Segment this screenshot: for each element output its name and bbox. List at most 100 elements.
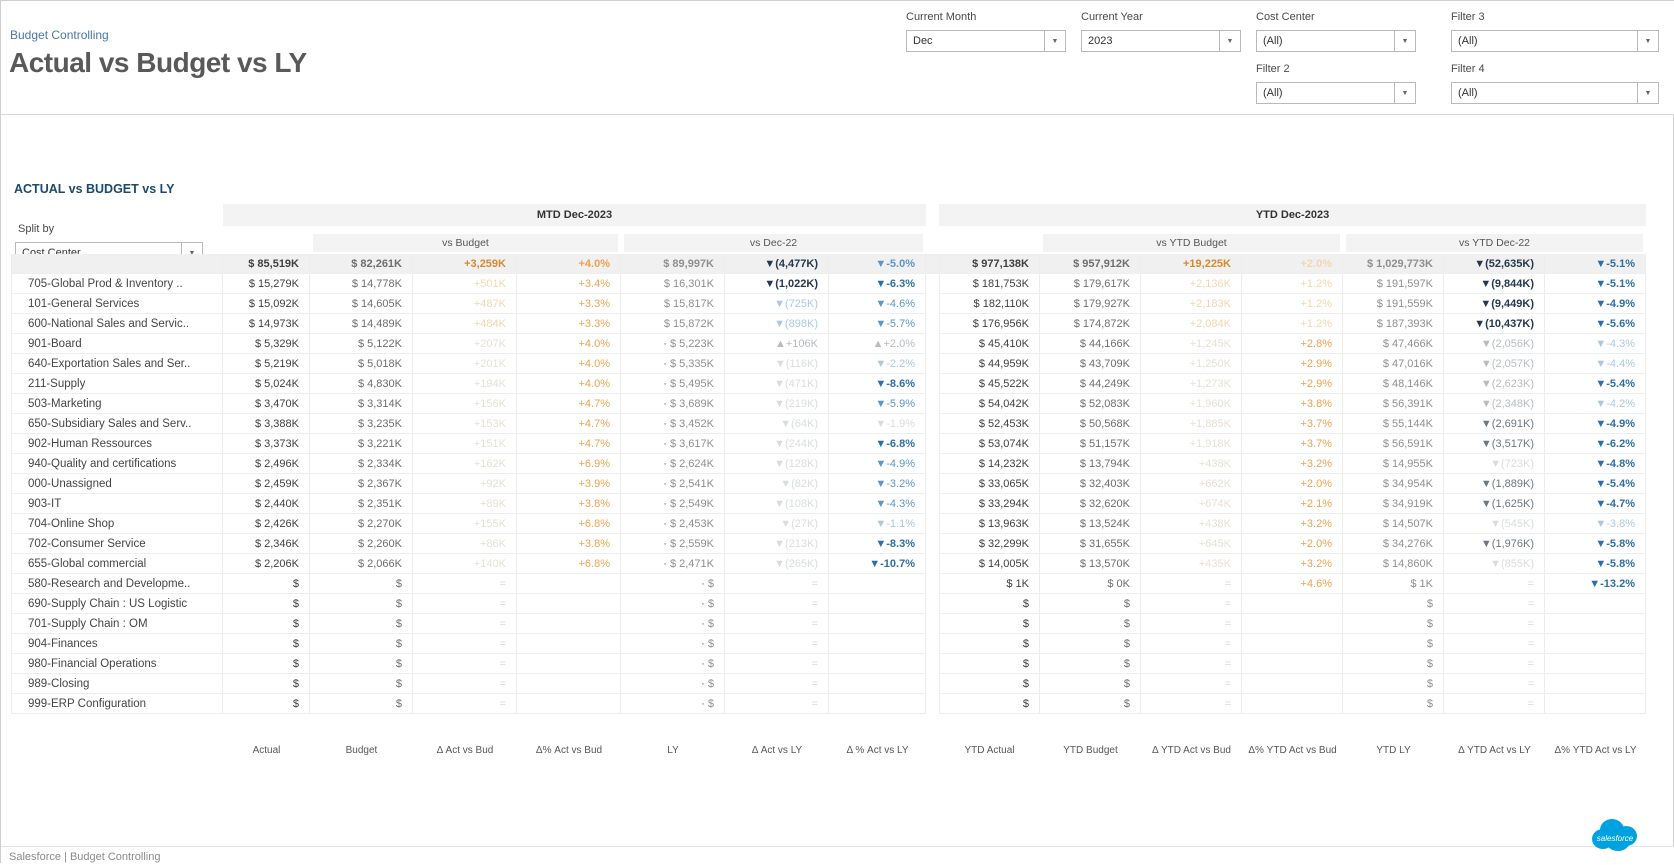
cell[interactable]: $ 0K (1040, 574, 1141, 594)
cell[interactable]: ▼-5.1% (1545, 254, 1646, 274)
cell[interactable]: $ 191,559K (1343, 294, 1444, 314)
cell[interactable]: +2.9% (1242, 354, 1343, 374)
cell[interactable]: ▼-4.8% (1545, 454, 1646, 474)
cell[interactable]: +6.8% (517, 514, 621, 534)
cell[interactable]: = (1141, 614, 1242, 634)
cell[interactable]: ▼(2,348K) (1444, 394, 1545, 414)
current-month-select[interactable]: Dec ▼ (906, 30, 1066, 52)
cell[interactable]: = (413, 594, 517, 614)
cell[interactable]: ▼-1.9% (829, 414, 926, 434)
cell[interactable]: +4.7% (517, 434, 621, 454)
cell[interactable]: $ 55,144K (1343, 414, 1444, 434)
cell[interactable]: $ 3,373K (223, 434, 310, 454)
cell[interactable] (829, 574, 926, 594)
cell[interactable]: +2.9% (1242, 374, 1343, 394)
cell[interactable]: $ 2,471K (621, 554, 725, 574)
row-label[interactable]: 705-Global Prod & Inventory .. (11, 274, 223, 294)
cell[interactable]: $ 52,453K (939, 414, 1040, 434)
row-label[interactable]: 000-Unassigned (11, 474, 223, 494)
cell[interactable]: ▼-5.6% (1545, 314, 1646, 334)
chevron-down-icon[interactable]: ▼ (1219, 31, 1240, 51)
cell[interactable] (1545, 694, 1646, 714)
cell[interactable] (517, 574, 621, 594)
cell[interactable]: +4.7% (517, 394, 621, 414)
cell[interactable] (829, 654, 926, 674)
cell[interactable]: $ 2,334K (310, 454, 413, 474)
cell[interactable]: ▼-4.9% (1545, 294, 1646, 314)
cell[interactable]: $ 3,470K (223, 394, 310, 414)
cell[interactable]: $ 1K (1343, 574, 1444, 594)
cell[interactable]: = (725, 674, 829, 694)
cell[interactable]: $ 3,617K (621, 434, 725, 454)
cell[interactable]: $ (1343, 694, 1444, 714)
cell[interactable]: ▼(725K) (725, 294, 829, 314)
cell[interactable]: $ 53,074K (939, 434, 1040, 454)
cell[interactable]: $ 43,709K (1040, 354, 1141, 374)
cell[interactable]: ▼(1,022K) (725, 274, 829, 294)
cell[interactable]: +3.3% (517, 294, 621, 314)
cell[interactable]: ▼(9,844K) (1444, 274, 1545, 294)
cell[interactable] (517, 634, 621, 654)
cell[interactable]: $ 176,956K (939, 314, 1040, 334)
row-label[interactable]: 503-Marketing (11, 394, 223, 414)
cell[interactable]: $ 44,249K (1040, 374, 1141, 394)
cell[interactable]: +4.0% (517, 334, 621, 354)
cell[interactable]: $ 56,591K (1343, 434, 1444, 454)
cell[interactable]: +6.8% (517, 554, 621, 574)
cell[interactable]: $ 187,393K (1343, 314, 1444, 334)
cell[interactable] (1242, 674, 1343, 694)
cell[interactable] (829, 634, 926, 654)
cost-center-select[interactable]: (All) ▼ (1256, 30, 1416, 52)
cell[interactable] (1242, 594, 1343, 614)
cell[interactable]: $ (621, 674, 725, 694)
cell[interactable]: +151K (413, 434, 517, 454)
cell[interactable]: +162K (413, 454, 517, 474)
cell[interactable]: $ 3,314K (310, 394, 413, 414)
cell[interactable]: $ 191,597K (1343, 274, 1444, 294)
cell[interactable]: +4.6% (1242, 574, 1343, 594)
cell[interactable] (1242, 634, 1343, 654)
cell[interactable]: ▼-5.8% (1545, 554, 1646, 574)
cell[interactable]: +6.9% (517, 454, 621, 474)
cell[interactable]: ▼-8.3% (829, 534, 926, 554)
cell[interactable]: $ 977,138K (939, 254, 1040, 274)
cell[interactable]: ▼(9,449K) (1444, 294, 1545, 314)
row-label[interactable]: 650-Subsidiary Sales and Serv.. (11, 414, 223, 434)
cell[interactable]: $ 1K (939, 574, 1040, 594)
cell[interactable]: = (413, 614, 517, 634)
cell[interactable]: $ 2,453K (621, 514, 725, 534)
row-label[interactable]: 600-National Sales and Servic.. (11, 314, 223, 334)
chevron-down-icon[interactable]: ▼ (1637, 31, 1658, 51)
cell[interactable]: $ 47,466K (1343, 334, 1444, 354)
row-label[interactable]: 940-Quality and certifications (11, 454, 223, 474)
cell[interactable]: +484K (413, 314, 517, 334)
cell[interactable]: $ 2,459K (223, 474, 310, 494)
cell[interactable]: = (1141, 594, 1242, 614)
cell[interactable]: $ 14,507K (1343, 514, 1444, 534)
cell[interactable]: $ 2,206K (223, 554, 310, 574)
cell[interactable]: +3.8% (1242, 394, 1343, 414)
cell[interactable]: +3.2% (1242, 514, 1343, 534)
cell[interactable]: ▲+106K (725, 334, 829, 354)
cell[interactable]: $ (310, 594, 413, 614)
cell[interactable]: $ 13,794K (1040, 454, 1141, 474)
cell[interactable]: $ (223, 674, 310, 694)
cell[interactable]: ▼(723K) (1444, 454, 1545, 474)
cell[interactable]: $ 2,624K (621, 454, 725, 474)
cell[interactable] (517, 614, 621, 634)
chevron-down-icon[interactable]: ▼ (1637, 83, 1658, 103)
cell[interactable]: +1,960K (1141, 394, 1242, 414)
cell[interactable]: $ (223, 594, 310, 614)
cell[interactable] (517, 674, 621, 694)
chevron-down-icon[interactable]: ▼ (1394, 83, 1415, 103)
cell[interactable] (1545, 614, 1646, 634)
cell[interactable] (1242, 694, 1343, 714)
cell[interactable]: ▼-5.7% (829, 314, 926, 334)
cell[interactable]: $ (310, 674, 413, 694)
cell[interactable] (1242, 614, 1343, 634)
cell[interactable]: $ 2,496K (223, 454, 310, 474)
cell[interactable]: $ (1040, 634, 1141, 654)
cell[interactable]: $ 13,963K (939, 514, 1040, 534)
cell[interactable]: $ 32,620K (1040, 494, 1141, 514)
cell[interactable]: +645K (1141, 534, 1242, 554)
